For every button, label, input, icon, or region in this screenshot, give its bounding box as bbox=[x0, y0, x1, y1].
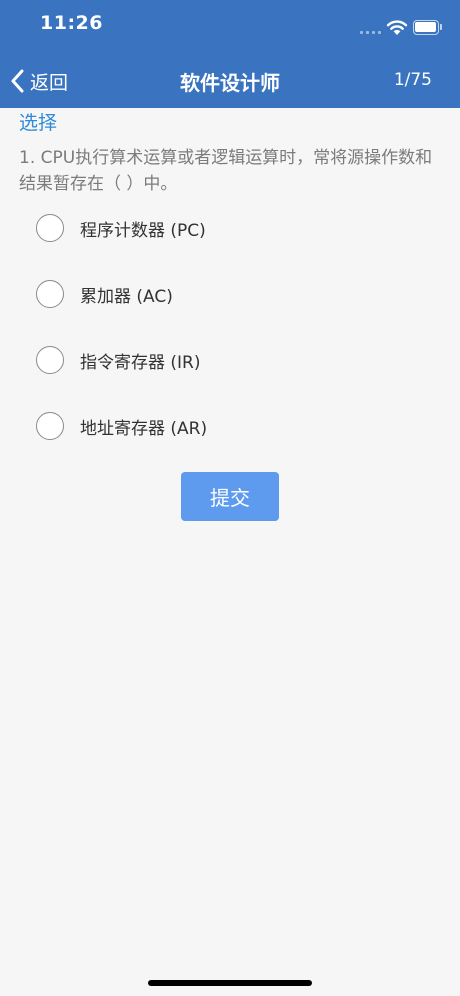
submit-button[interactable]: 提交 bbox=[181, 472, 279, 521]
status-time: 11:26 bbox=[40, 12, 103, 34]
option-pc[interactable]: 程序计数器 (PC) bbox=[36, 208, 436, 248]
status-bar: 11:26 bbox=[0, 0, 460, 50]
radio-button[interactable] bbox=[36, 280, 64, 308]
header-bar: 11:26 返回 软件设计师 1/75 bbox=[0, 0, 460, 108]
option-label: 累加器 (AC) bbox=[80, 286, 173, 307]
cellular-signal-icon bbox=[360, 31, 382, 35]
option-label: 程序计数器 (PC) bbox=[80, 220, 206, 241]
battery-icon bbox=[413, 20, 443, 35]
question-text: 1. CPU执行算术运算或者逻辑运算时，常将源操作数和结果暂存在（ ）中。 bbox=[19, 148, 433, 194]
option-label: 指令寄存器 (IR) bbox=[80, 352, 201, 373]
radio-button[interactable] bbox=[36, 412, 64, 440]
section-label: 选择 bbox=[19, 112, 58, 134]
home-indicator[interactable] bbox=[148, 980, 312, 986]
radio-button[interactable] bbox=[36, 214, 64, 242]
radio-button[interactable] bbox=[36, 346, 64, 374]
answer-options: 程序计数器 (PC) 累加器 (AC) 指令寄存器 (IR) 地址寄存器 (AR… bbox=[36, 208, 436, 472]
navigation-bar: 返回 软件设计师 1/75 bbox=[0, 58, 460, 102]
option-ir[interactable]: 指令寄存器 (IR) bbox=[36, 340, 436, 380]
option-ac[interactable]: 累加器 (AC) bbox=[36, 274, 436, 314]
wifi-icon bbox=[386, 20, 408, 35]
page-title: 软件设计师 bbox=[180, 71, 280, 95]
option-ar[interactable]: 地址寄存器 (AR) bbox=[36, 406, 436, 446]
option-label: 地址寄存器 (AR) bbox=[80, 418, 208, 439]
question-counter: 1/75 bbox=[393, 70, 432, 90]
